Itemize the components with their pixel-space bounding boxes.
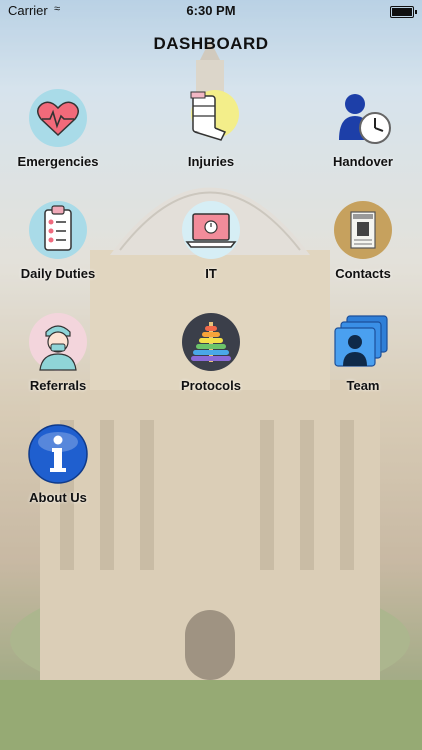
info-icon: [28, 424, 88, 484]
tile-it[interactable]: IT: [151, 200, 271, 281]
tile-injuries[interactable]: Injuries: [151, 88, 271, 169]
tile-label: About Us: [29, 490, 87, 505]
bandage-icon: [181, 88, 241, 148]
tile-about-us[interactable]: About Us: [0, 424, 118, 505]
person-clock-icon: [333, 88, 393, 148]
tile-label: IT: [205, 266, 217, 281]
tile-contacts[interactable]: Contacts: [303, 200, 422, 281]
tile-handover[interactable]: Handover: [303, 88, 422, 169]
tile-label: Team: [346, 378, 380, 393]
tile-label: Handover: [333, 154, 393, 169]
tile-label: Referrals: [29, 378, 87, 393]
page-title: DASHBOARD: [153, 34, 269, 53]
tile-protocols[interactable]: Protocols: [151, 312, 271, 393]
tile-daily-duties[interactable]: Daily Duties: [0, 200, 118, 281]
tile-label: Contacts: [335, 266, 391, 281]
contact-card-icon: [333, 200, 393, 260]
clock-label: 6:30 PM: [186, 3, 236, 18]
heart-icon: [28, 88, 88, 148]
laptop-icon: [181, 200, 241, 260]
tile-referrals[interactable]: Referrals: [0, 312, 118, 393]
status-bar: Carrier ≈ 6:30 PM: [0, 0, 422, 22]
nurse-icon: [28, 312, 88, 372]
tile-label: Protocols: [181, 378, 241, 393]
tile-label: Emergencies: [17, 154, 99, 169]
battery-icon: [390, 6, 417, 18]
tile-label: Daily Duties: [20, 266, 96, 281]
tile-emergencies[interactable]: Emergencies: [0, 88, 118, 169]
clipboard-icon: [28, 200, 88, 260]
stacking-rings-icon: [181, 312, 241, 372]
tile-team[interactable]: Team: [303, 312, 422, 393]
team-icon: [333, 312, 393, 372]
tile-label: Injuries: [187, 154, 235, 169]
